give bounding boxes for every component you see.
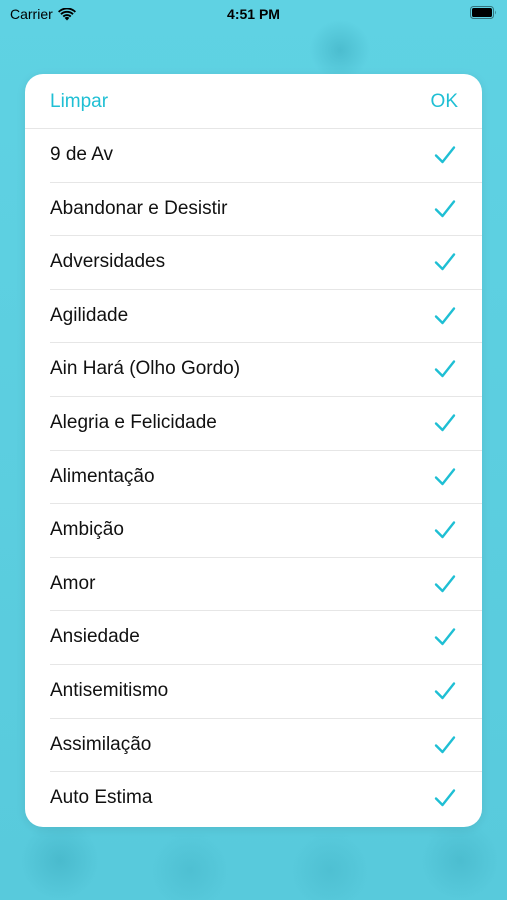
option-row[interactable]: Auto Estima <box>25 772 482 826</box>
checkmark-icon <box>434 467 456 485</box>
ok-button[interactable]: OK <box>431 91 458 113</box>
multi-select-picker: Limpar OK 9 de Av Abandonar e Desistir A… <box>25 74 482 827</box>
checkmark-icon <box>434 414 456 432</box>
option-label: Alimentação <box>50 465 155 487</box>
checkmark-icon <box>434 307 456 324</box>
option-label: Adversidades <box>50 251 166 273</box>
option-row[interactable]: Amor <box>25 558 482 612</box>
option-row[interactable]: Ambição <box>25 504 482 558</box>
option-list: 9 de Av Abandonar e Desistir Adversidade… <box>25 129 482 826</box>
checkmark-icon <box>434 789 456 807</box>
option-row[interactable]: Ansiedade <box>25 611 482 665</box>
option-label: Assimilação <box>50 733 152 755</box>
option-label: Ambição <box>50 519 124 541</box>
option-label: Alegria e Felicidade <box>50 411 217 433</box>
option-label: Agilidade <box>50 304 129 326</box>
option-label: Abandonar e Desistir <box>50 197 228 219</box>
checkmark-icon <box>434 575 456 592</box>
option-label: Antisemitismo <box>50 679 169 701</box>
option-row[interactable]: Abandonar e Desistir <box>25 183 482 237</box>
picker-toolbar: Limpar OK <box>25 74 482 129</box>
option-label: Ansiedade <box>50 626 140 648</box>
checkmark-icon <box>434 628 456 646</box>
status-time: 4:51 PM <box>227 6 280 22</box>
checkmark-icon <box>434 146 456 164</box>
checkmark-icon <box>434 521 456 539</box>
checkmark-icon <box>434 199 456 217</box>
option-label: Ain Hará (Olho Gordo) <box>50 358 241 380</box>
option-label: Amor <box>50 572 96 594</box>
option-row[interactable]: Ain Hará (Olho Gordo) <box>25 343 482 397</box>
option-row[interactable]: Agilidade <box>25 290 482 344</box>
option-row[interactable]: 9 de Av <box>25 129 482 183</box>
checkmark-icon <box>434 360 456 378</box>
option-label: Auto Estima <box>50 787 153 809</box>
option-row[interactable]: Antisemitismo <box>25 665 482 719</box>
status-bar: Carrier 4:51 PM <box>0 0 507 30</box>
option-row[interactable]: Alimentação <box>25 451 482 505</box>
option-label: 9 de Av <box>50 144 114 165</box>
option-row[interactable]: Adversidades <box>25 236 482 290</box>
option-row[interactable]: Assimilação <box>25 719 482 773</box>
battery-icon <box>470 6 496 19</box>
checkmark-icon <box>434 682 456 700</box>
checkmark-icon <box>434 253 456 271</box>
option-row[interactable]: Alegria e Felicidade <box>25 397 482 451</box>
clear-button[interactable]: Limpar <box>50 91 108 113</box>
checkmark-icon <box>434 735 456 753</box>
